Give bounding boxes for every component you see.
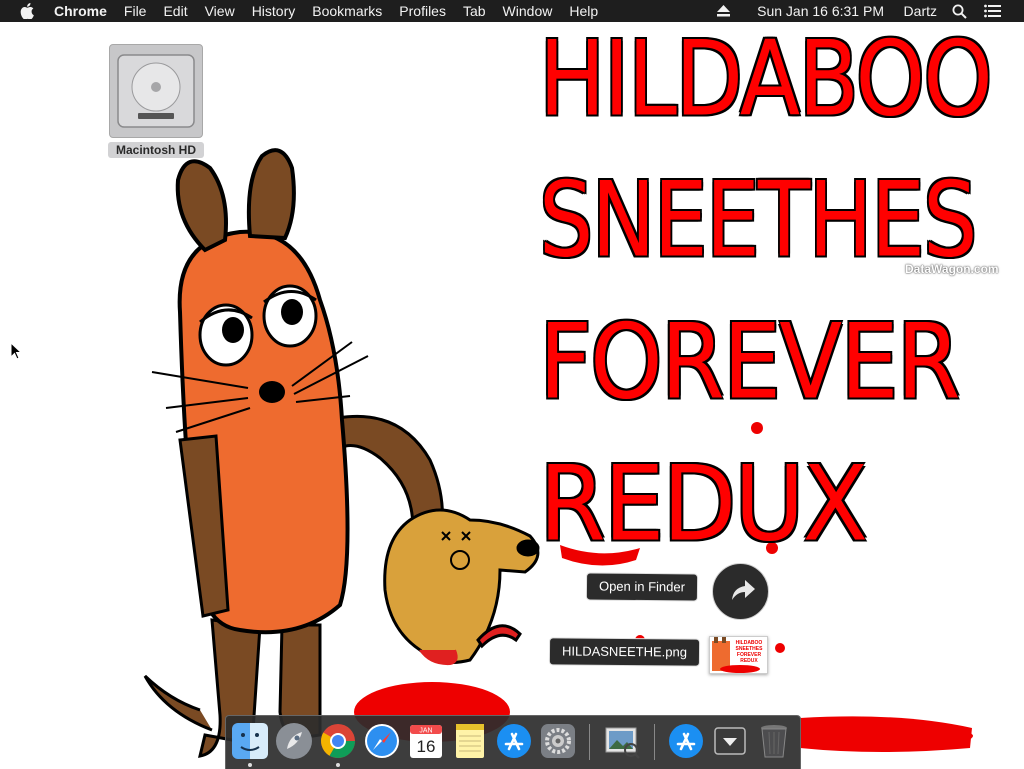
macintosh-hd-desktop-icon[interactable]: Macintosh HD	[108, 44, 204, 158]
notes-icon	[456, 724, 484, 758]
dock-preview[interactable]	[603, 722, 641, 760]
open-in-finder-label[interactable]: Open in Finder	[585, 572, 699, 602]
hard-drive-icon	[109, 44, 203, 138]
finder-running-dot	[248, 763, 252, 767]
safari-icon	[365, 724, 399, 758]
dock-finder[interactable]	[231, 722, 269, 760]
trash-icon	[761, 725, 787, 758]
title-line-4: REDUX	[539, 443, 868, 565]
filename-label[interactable]: HILDASNEETHE.png	[548, 637, 701, 667]
dock-separator	[589, 724, 590, 760]
menu-user[interactable]: Dartz	[904, 0, 937, 22]
mouse-tail	[143, 674, 213, 732]
apple-icon[interactable]	[20, 3, 34, 19]
system-preferences-icon	[541, 724, 575, 758]
chrome-running-dot	[336, 763, 340, 767]
app-store-icon	[497, 724, 531, 758]
calendar-month: JAN	[419, 728, 432, 735]
preview-icon	[605, 727, 640, 759]
menu-help[interactable]: Help	[569, 0, 598, 22]
drive-label: Macintosh HD	[108, 142, 204, 158]
menu-clock[interactable]: Sun Jan 16 6:31 PM	[757, 0, 884, 22]
menu-edit[interactable]: Edit	[163, 0, 187, 22]
dock-calendar[interactable]: JAN 16	[407, 722, 445, 760]
thumbnail-text: HILDABOO SNEETHES FOREVER REDUX	[735, 640, 763, 664]
file-thumbnail[interactable]: HILDABOO SNEETHES FOREVER REDUX	[709, 636, 768, 674]
mouse-right-ear	[246, 148, 296, 241]
mouse-left-ear	[175, 159, 228, 253]
menu-history[interactable]: History	[252, 0, 296, 22]
chrome-icon	[321, 724, 355, 758]
spotlight-search-icon[interactable]	[952, 4, 967, 19]
menu-file[interactable]: File	[124, 0, 147, 22]
finder-icon	[232, 723, 268, 759]
launchpad-icon	[276, 723, 312, 759]
menu-tab[interactable]: Tab	[463, 0, 486, 22]
dock-launchpad[interactable]	[275, 722, 313, 760]
menu-profiles[interactable]: Profiles	[399, 0, 446, 22]
title-line-3: FOREVER	[539, 301, 961, 423]
app-menu-chrome[interactable]: Chrome	[54, 0, 107, 22]
dock-applications-folder[interactable]	[667, 722, 705, 760]
dock-notes[interactable]	[451, 722, 489, 760]
dock: JAN 16	[225, 715, 801, 769]
notification-center-icon[interactable]	[984, 4, 1001, 18]
dock-system-preferences[interactable]	[539, 722, 577, 760]
dock-separator	[654, 724, 655, 760]
dock-trash[interactable]	[755, 722, 793, 760]
dog-head	[383, 508, 540, 666]
watermark-text: DataWagon.com	[905, 262, 999, 276]
applications-folder-icon	[669, 724, 703, 758]
eject-icon[interactable]	[717, 5, 730, 17]
calendar-day: 16	[417, 737, 436, 756]
dock-safari[interactable]	[363, 722, 401, 760]
title-line-2: SNEETHES	[539, 159, 977, 281]
calendar-icon: JAN 16	[410, 725, 442, 758]
menu-view[interactable]: View	[205, 0, 235, 22]
menu-bookmarks[interactable]: Bookmarks	[312, 0, 382, 22]
dock-downloads-stack[interactable]	[711, 722, 749, 760]
mouse-nose	[259, 381, 285, 403]
dock-chrome[interactable]	[319, 722, 357, 760]
menu-bar: Chrome File Edit View History Bookmarks …	[0, 0, 1024, 22]
menu-window[interactable]: Window	[503, 0, 553, 22]
downloads-stack-icon	[714, 727, 746, 755]
dock-app-store[interactable]	[495, 722, 533, 760]
share-arrow-icon	[732, 580, 755, 600]
share-button[interactable]	[712, 563, 769, 620]
title-line-1: HILDABOO	[539, 18, 993, 140]
mouse-pointer-icon	[10, 342, 22, 360]
